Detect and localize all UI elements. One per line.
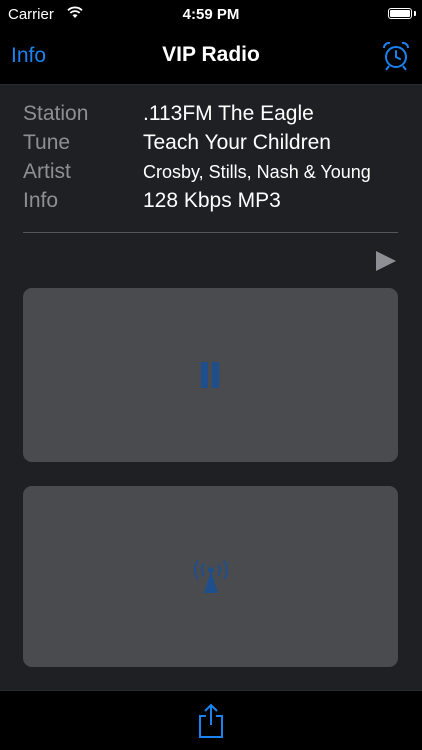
bottom-toolbar <box>0 690 422 750</box>
play-icon[interactable] <box>374 250 398 272</box>
info-row-artist: Artist Crosby, Stills, Nash & Young <box>23 158 403 187</box>
tune-label: Tune <box>23 131 71 154</box>
navigation-bar: Info VIP Radio <box>0 30 422 85</box>
alarm-clock-icon[interactable] <box>380 40 412 72</box>
status-bar: Carrier 4:59 PM <box>0 0 422 30</box>
broadcast-button[interactable] <box>23 486 398 667</box>
tune-value: Teach Your Children <box>143 131 331 154</box>
broadcast-tower-icon <box>192 560 230 594</box>
status-time: 4:59 PM <box>182 6 240 23</box>
pause-button[interactable] <box>23 288 398 462</box>
info-value: 128 Kbps MP3 <box>143 189 281 212</box>
station-label: Station <box>23 102 89 125</box>
page-title: VIP Radio <box>162 43 260 66</box>
pause-icon <box>200 362 220 388</box>
battery-icon <box>388 8 412 19</box>
artist-label: Artist <box>23 160 71 183</box>
info-label: Info <box>23 189 59 212</box>
track-info: Station .113FM The Eagle Tune Teach Your… <box>23 100 403 216</box>
divider <box>23 232 398 233</box>
info-row-tune: Tune Teach Your Children <box>23 129 403 158</box>
artist-value: Crosby, Stills, Nash & Young <box>143 162 371 182</box>
info-row-info: Info 128 Kbps MP3 <box>23 187 403 216</box>
station-value: .113FM The Eagle <box>143 102 314 125</box>
share-icon[interactable] <box>198 703 224 739</box>
battery-tip <box>414 11 416 16</box>
app-screen: Carrier 4:59 PM Info VIP Radio Station .… <box>0 0 422 750</box>
info-row-station: Station .113FM The Eagle <box>23 100 403 129</box>
